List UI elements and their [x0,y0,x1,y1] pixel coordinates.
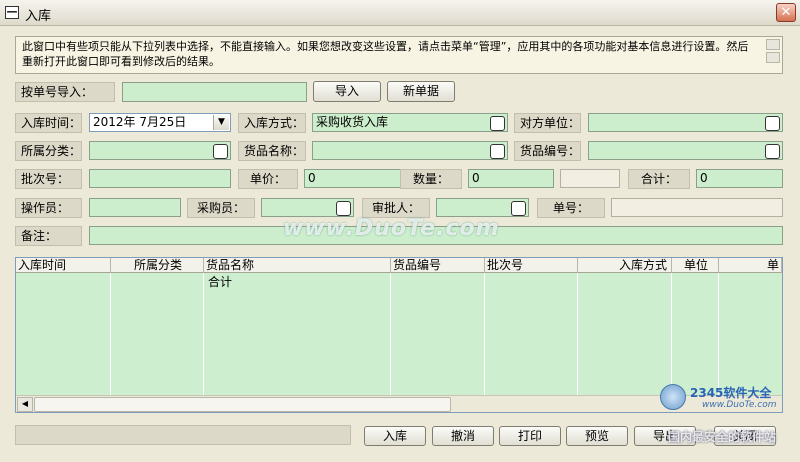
order-import-input[interactable] [122,82,307,102]
title-bar: — 入库 ✕ [0,0,800,26]
col-header-unit[interactable]: 单位 [672,258,719,273]
col-header-category[interactable]: 所属分类 [111,258,204,273]
buyer-field[interactable] [261,198,354,217]
date-value: 2012年 7月25日 [93,115,187,129]
goods-name-field[interactable] [312,141,508,160]
buyer-label: 采购员： [187,198,255,218]
category-label: 所属分类： [15,141,82,161]
date-label: 入库时间： [15,113,82,133]
counterparty-field[interactable] [588,113,783,132]
approver-field[interactable] [436,198,529,217]
notice-scrollbar[interactable] [766,39,780,71]
order-no-display [611,198,783,217]
batch-input[interactable] [89,169,231,188]
close-button[interactable]: ✕ [776,3,796,22]
col-header-method[interactable]: 入库方式 [578,258,672,273]
mascot-icon [660,384,686,410]
select-box-icon[interactable] [490,116,505,131]
goods-code-label: 货品编号： [514,141,581,161]
import-button[interactable]: 导入 [313,81,381,102]
scroll-thumb[interactable] [34,397,451,412]
notice-text: 此窗口中有些项只能从下拉列表中选择，不能直接输入。如果您想改变这些设置，请点击菜… [22,40,749,68]
price-label: 单价： [238,169,298,189]
qty-label: 数量： [400,169,462,189]
batch-label: 批次号： [15,169,82,189]
category-field[interactable] [89,141,231,160]
unit-display [560,169,620,188]
new-document-button[interactable]: 新单据 [387,81,455,102]
order-no-label: 单号： [537,198,605,218]
brand-watermark: 2345软件大全 www.DuoTe.com [660,378,798,418]
select-box-icon[interactable] [336,201,351,216]
counterparty-label: 对方单位： [514,113,581,133]
grid-divider [390,273,391,397]
date-picker[interactable]: 2012年 7月25日 ▼ [89,113,231,132]
grid-divider [484,273,485,397]
select-box-icon[interactable] [511,201,526,216]
goods-code-field[interactable] [588,141,783,160]
select-box-icon[interactable] [213,144,228,159]
undo-button[interactable]: 撤消 [432,426,494,446]
total-input[interactable]: 0 [696,169,783,188]
method-label: 入库方式： [238,113,306,133]
scroll-left-icon[interactable]: ◀ [17,397,33,412]
scroll-down-icon[interactable] [766,52,780,63]
operator-label: 操作员： [15,198,82,218]
qty-input[interactable]: 0 [468,169,554,188]
scroll-up-icon[interactable] [766,39,780,50]
dropdown-arrow-icon[interactable]: ▼ [213,115,229,130]
import-label: 按单号导入： [15,82,115,102]
method-field[interactable]: 采购收货入库 [312,113,508,132]
grid-divider [110,273,111,397]
total-label: 合计： [628,169,690,189]
system-menu-icon[interactable]: — [5,6,19,19]
grid-divider [577,273,578,397]
stock-in-button[interactable]: 入库 [364,426,426,446]
method-value: 采购收货入库 [316,115,389,129]
brand-url: www.DuoTe.com [702,400,777,410]
col-header-more[interactable]: 单 [719,258,782,273]
remark-label: 备注： [15,226,82,246]
select-box-icon[interactable] [765,116,780,131]
grid-divider [203,273,204,397]
select-box-icon[interactable] [490,144,505,159]
duote-watermark: www.DuoTe.com [283,216,500,241]
operator-input[interactable] [89,198,181,217]
col-header-date[interactable]: 入库时间 [16,258,111,273]
col-header-goods-name[interactable]: 货品名称 [204,258,391,273]
select-box-icon[interactable] [765,144,780,159]
notice-box: 此窗口中有些项只能从下拉列表中选择，不能直接输入。如果您想改变这些设置，请点击菜… [15,36,783,74]
status-bar [15,425,351,445]
col-header-batch[interactable]: 批次号 [485,258,578,273]
col-header-goods-code[interactable]: 货品编号 [391,258,485,273]
overlay-watermark: 国内最安全的软件站 [668,430,777,444]
preview-button[interactable]: 预览 [566,426,628,446]
summary-row-label: 合计 [208,275,233,289]
print-button[interactable]: 打印 [499,426,561,446]
approver-label: 审批人： [362,198,430,218]
brand-name: 2345软件大全 [690,386,772,400]
window-title: 入库 [25,9,52,24]
goods-name-label: 货品名称： [238,141,306,161]
